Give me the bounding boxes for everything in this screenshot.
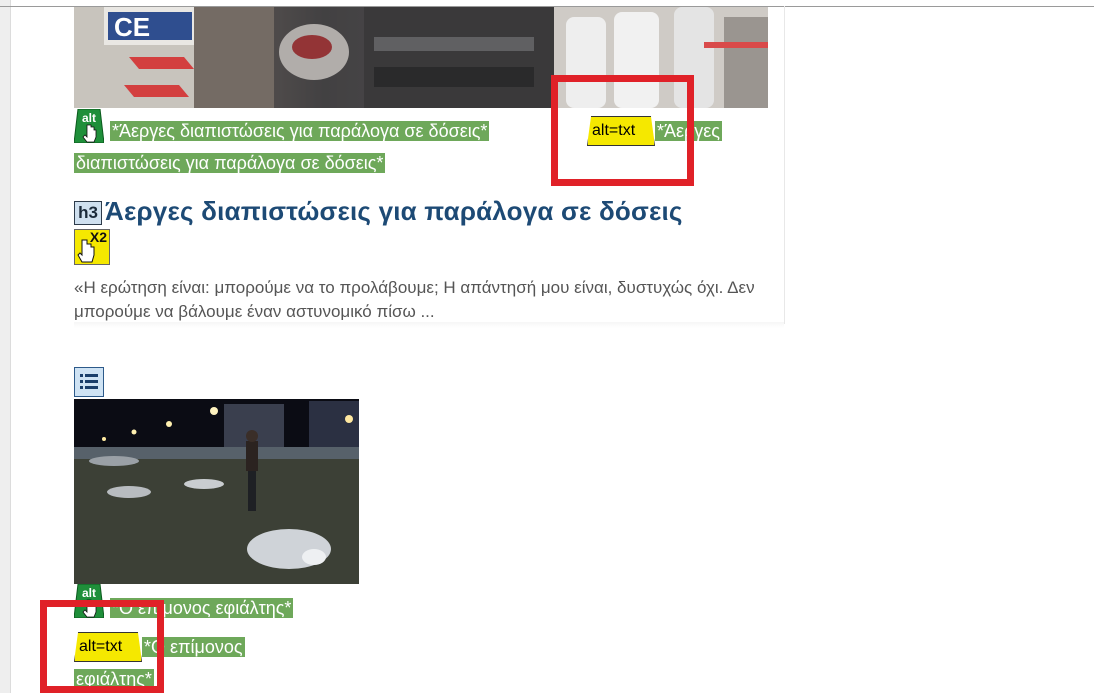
alt-flag-label-2: alt	[82, 586, 96, 600]
left-gutter	[0, 0, 10, 693]
alt-text-highlight: *Άεργες διαπιστώσεις για παράλογα σε δόσ…	[110, 121, 490, 141]
photo-sign-text: CE	[114, 12, 150, 42]
night-promenade-image	[74, 399, 359, 584]
list-icon[interactable]	[74, 367, 104, 397]
article-excerpt: «Η ερώτηση είναι: μπορούμε να το προλάβο…	[74, 278, 755, 321]
x2-label: X2	[89, 229, 107, 245]
double-click-icon[interactable]: X2	[74, 229, 110, 265]
annotation-red-box-1	[551, 75, 694, 186]
alt-text-highlight-2: διαπιστώσεις για παράλογα σε δόσεις*	[74, 153, 386, 173]
annotation-red-box-2	[40, 600, 164, 693]
article-photo-bottom[interactable]	[74, 399, 359, 584]
alt-text-line-1: *Άεργες διαπιστώσεις για παράλογα σε δόσ…	[110, 120, 490, 142]
alt-flag-icon[interactable]: alt	[74, 109, 104, 143]
alt-text-line-2: διαπιστώσεις για παράλογα σε δόσεις*	[74, 152, 386, 174]
h3-tag-badge: h3	[74, 201, 102, 225]
article-heading[interactable]: Άεργες διαπιστώσεις για παράλογα σε δόσε…	[105, 196, 683, 227]
card-right-border	[784, 6, 785, 324]
alt-flag-label: alt	[82, 111, 96, 125]
gutter-divider	[10, 0, 11, 693]
